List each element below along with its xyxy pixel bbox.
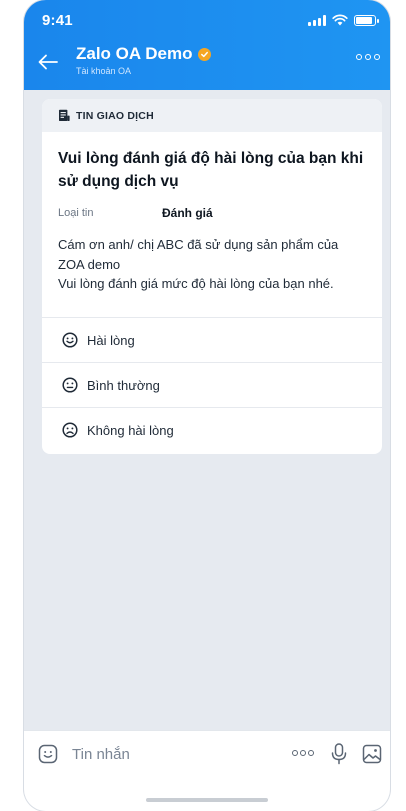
back-button[interactable] bbox=[36, 50, 60, 74]
verified-badge-icon bbox=[197, 47, 211, 61]
image-icon[interactable] bbox=[362, 744, 382, 764]
more-options-button[interactable] bbox=[356, 54, 380, 60]
status-bar: 9:41 bbox=[24, 0, 390, 38]
home-indicator bbox=[146, 798, 268, 802]
message-composer bbox=[24, 730, 390, 811]
rating-option-label: Hài lòng bbox=[87, 332, 135, 348]
message-type-value: Đánh giá bbox=[162, 206, 213, 220]
more-actions-button[interactable] bbox=[292, 750, 314, 756]
rating-option-neutral[interactable]: Bình thường bbox=[42, 362, 382, 407]
card-header-label: TIN GIAO DỊCH bbox=[76, 109, 154, 122]
rating-option-dissatisfied[interactable]: Không hài lòng bbox=[42, 407, 382, 452]
neutral-face-icon bbox=[62, 377, 78, 393]
battery-icon bbox=[354, 14, 379, 26]
back-arrow-icon bbox=[38, 54, 58, 70]
chat-title: Zalo OA Demo bbox=[76, 44, 193, 63]
status-icons bbox=[308, 14, 379, 26]
card-body-text: Cám ơn anh/ chị ABC đã sử dụng sản phẩm … bbox=[58, 235, 366, 294]
chat-title-block[interactable]: Zalo OA Demo Tài khoản OA bbox=[76, 44, 211, 76]
rating-option-label: Không hài lòng bbox=[87, 422, 174, 438]
emoji-icon[interactable] bbox=[38, 744, 58, 764]
rating-option-label: Bình thường bbox=[87, 377, 160, 393]
sad-face-icon bbox=[62, 422, 78, 438]
card-body-line-1: Cám ơn anh/ chị ABC đã sử dụng sản phẩm … bbox=[58, 237, 339, 272]
phone-frame: 9:41 Zalo OA Demo Tài khoản OA TIN GIAO … bbox=[24, 0, 390, 811]
message-type-label: Loại tin bbox=[58, 207, 94, 219]
chat-subtitle: Tài khoản OA bbox=[76, 66, 132, 76]
message-type-row: Loại tin Đánh giá bbox=[58, 205, 366, 221]
nav-bar: Zalo OA Demo Tài khoản OA bbox=[24, 44, 390, 80]
wifi-icon bbox=[332, 14, 348, 26]
transaction-message-card: TIN GIAO DỊCH Vui lòng đánh giá độ hài l… bbox=[42, 99, 382, 454]
status-time: 9:41 bbox=[42, 12, 73, 29]
card-title: Vui lòng đánh giá độ hài lòng của bạn kh… bbox=[58, 150, 364, 190]
card-header: TIN GIAO DỊCH bbox=[42, 99, 382, 132]
message-input[interactable] bbox=[72, 743, 262, 765]
microphone-icon[interactable] bbox=[330, 743, 348, 765]
cellular-signal-icon bbox=[308, 14, 326, 26]
app-header: 9:41 Zalo OA Demo Tài khoản OA bbox=[24, 0, 390, 90]
receipt-icon bbox=[59, 109, 70, 121]
happy-face-icon bbox=[62, 332, 78, 348]
rating-option-satisfied[interactable]: Hài lòng bbox=[42, 317, 382, 362]
card-body-line-2: Vui lòng đánh giá mức độ hài lòng của bạ… bbox=[58, 276, 334, 291]
